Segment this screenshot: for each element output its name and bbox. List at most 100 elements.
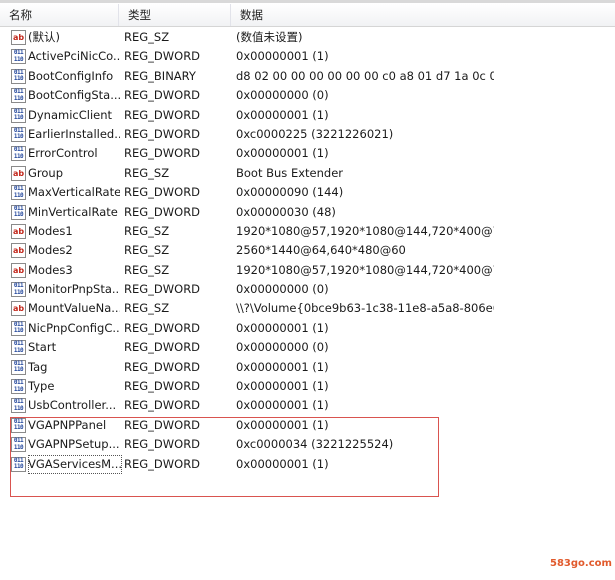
value-type: REG_BINARY (124, 68, 196, 83)
value-name: EarlierInstalled... (28, 126, 120, 141)
value-type: REG_DWORD (124, 185, 201, 200)
value-type: REG_DWORD (124, 204, 201, 219)
value-name: Start (28, 340, 57, 355)
value-type: REG_DWORD (124, 359, 201, 374)
binary-value-icon: 011 110 (11, 88, 26, 104)
value-name: BootConfigInfo (28, 68, 114, 83)
table-row[interactable]: 011 110 NicPnpConfigC... REG_DWORD 0x0000000… (0, 319, 615, 338)
value-data: 0xc0000225 (3221226021) (236, 126, 394, 141)
table-row[interactable]: 011 110 Start REG_DWORD 0x00000000 (0) (0, 338, 615, 357)
value-data: (数值未设置) (236, 30, 303, 44)
value-name: MountValueNa... (28, 301, 120, 316)
value-data: 0x00000001 (1) (236, 379, 329, 394)
table-row[interactable]: ab Modes1 REG_SZ 1920*1080@57,1920*1080@144… (0, 222, 615, 241)
value-data: 1920*1080@57,1920*1080@144,720*400@70,..… (236, 223, 494, 238)
string-value-icon: ab (11, 165, 26, 181)
value-data: 0x00000000 (0) (236, 340, 329, 355)
table-row[interactable]: 011 110 BootConfigSta... REG_DWORD 0x0000000… (0, 86, 615, 105)
value-name: BootConfigSta... (28, 88, 120, 103)
value-data: 0x00000001 (1) (236, 107, 329, 122)
value-data: d8 02 00 00 00 00 00 00 c0 a8 01 d7 1a 0… (236, 68, 494, 83)
value-data: 1920*1080@57,1920*1080@144,720*400@70,..… (236, 262, 494, 277)
binary-value-icon: 011 110 (11, 204, 26, 220)
value-data: \\?\Volume{0bce9b63-1c38-11e8-a5a8-806e6… (236, 301, 494, 316)
value-type: REG_SZ (124, 30, 170, 44)
column-header-name[interactable]: 名称 (0, 4, 118, 26)
value-name: MonitorPnpSta... (28, 282, 120, 297)
table-row[interactable]: 011 110 Type REG_DWORD 0x00000001 (1) (0, 377, 615, 396)
value-data: 0x00000000 (0) (236, 88, 329, 103)
table-row[interactable]: 011 110 EarlierInstalled... REG_DWORD 0xc000… (0, 125, 615, 144)
value-name: Modes2 (28, 243, 73, 258)
column-header-type[interactable]: 类型 (118, 4, 230, 26)
value-name: MinVerticalRate (28, 204, 118, 219)
value-type: REG_SZ (124, 262, 170, 277)
watermark: 583go.com (550, 558, 612, 569)
binary-value-icon: 011 110 (11, 340, 26, 356)
binary-value-icon: 011 110 (11, 359, 26, 375)
value-data: 0x00000001 (1) (236, 359, 329, 374)
value-name: MaxVerticalRate (28, 185, 120, 200)
binary-value-icon: 011 110 (11, 49, 26, 65)
list-header: 名称 类型 数据 (0, 4, 615, 27)
binary-value-icon: 011 110 (11, 68, 26, 84)
value-data: Boot Bus Extender (236, 165, 343, 180)
binary-value-icon: 011 110 (11, 126, 26, 142)
registry-value-list: ab (默认) REG_SZ (数值未设置) 011 110 ActivePciNicCo.… (0, 28, 615, 474)
value-type: REG_DWORD (124, 282, 201, 297)
value-name: Tag (28, 359, 48, 374)
value-type: REG_DWORD (124, 379, 201, 394)
window-top-edge (0, 0, 615, 3)
table-row[interactable]: 011 110 MonitorPnpSta... REG_DWORD 0x0000000… (0, 280, 615, 299)
table-row[interactable]: ab (默认) REG_SZ (数值未设置) (0, 28, 615, 47)
string-value-icon: ab (11, 30, 26, 45)
value-name: NicPnpConfigC... (28, 320, 120, 335)
value-type: REG_SZ (124, 243, 170, 258)
table-row[interactable]: 011 110 MinVerticalRate REG_DWORD 0x00000030… (0, 203, 615, 222)
column-header-data[interactable]: 数据 (230, 4, 615, 26)
value-type: REG_DWORD (124, 146, 201, 161)
value-data: 0x00000090 (144) (236, 185, 344, 200)
binary-value-icon: 011 110 (11, 398, 26, 414)
value-name: Modes1 (28, 223, 73, 238)
value-type: REG_DWORD (124, 107, 201, 122)
string-value-icon: ab (11, 243, 26, 259)
value-name: Type (28, 379, 55, 394)
table-row[interactable]: 011 110 UsbController... REG_DWORD 0x0000000… (0, 396, 615, 415)
value-name: UsbController... (28, 398, 117, 413)
value-data: 0x00000001 (1) (236, 398, 329, 413)
binary-value-icon: 011 110 (11, 107, 26, 123)
table-row[interactable]: 011 110 DynamicClient REG_DWORD 0x00000001 (… (0, 106, 615, 125)
value-name: Modes3 (28, 262, 73, 277)
table-row[interactable]: ab Group REG_SZ Boot Bus Extender (0, 164, 615, 183)
string-value-icon: ab (11, 262, 26, 278)
value-data: 0x00000001 (1) (236, 49, 329, 64)
table-row[interactable]: ab MountValueNa... REG_SZ \\?\Volume{0bce9b… (0, 299, 615, 318)
binary-value-icon: 011 110 (11, 320, 26, 336)
value-type: REG_SZ (124, 301, 170, 316)
value-name: ActivePciNicCo... (28, 49, 120, 64)
value-data: 2560*1440@64,640*480@60 (236, 243, 406, 258)
binary-value-icon: 011 110 (11, 146, 26, 162)
table-row[interactable]: 011 110 MaxVerticalRate REG_DWORD 0x00000090… (0, 183, 615, 202)
value-name: ErrorControl (28, 146, 98, 161)
table-row[interactable]: ab Modes2 REG_SZ 2560*1440@64,640*480@60 (0, 241, 615, 260)
binary-value-icon: 011 110 (11, 379, 26, 395)
value-type: REG_DWORD (124, 88, 201, 103)
value-type: REG_DWORD (124, 320, 201, 335)
string-value-icon: ab (11, 301, 26, 317)
value-type: REG_SZ (124, 223, 170, 238)
value-type: REG_SZ (124, 165, 170, 180)
binary-value-icon: 011 110 (11, 282, 26, 298)
value-type: REG_DWORD (124, 398, 201, 413)
table-row[interactable]: 011 110 Tag REG_DWORD 0x00000001 (1) (0, 358, 615, 377)
string-value-icon: ab (11, 223, 26, 239)
value-data: 0x00000001 (1) (236, 320, 329, 335)
value-name: DynamicClient (28, 107, 113, 122)
table-row[interactable]: 011 110 ErrorControl REG_DWORD 0x00000001 (1… (0, 144, 615, 163)
table-row[interactable]: ab Modes3 REG_SZ 1920*1080@57,1920*1080@144… (0, 261, 615, 280)
value-data: 0x00000001 (1) (236, 146, 329, 161)
value-type: REG_DWORD (124, 340, 201, 355)
table-row[interactable]: 011 110 ActivePciNicCo... REG_DWORD 0x000000… (0, 47, 615, 66)
table-row[interactable]: 011 110 BootConfigInfo REG_BINARY d8 02 00 0… (0, 67, 615, 86)
